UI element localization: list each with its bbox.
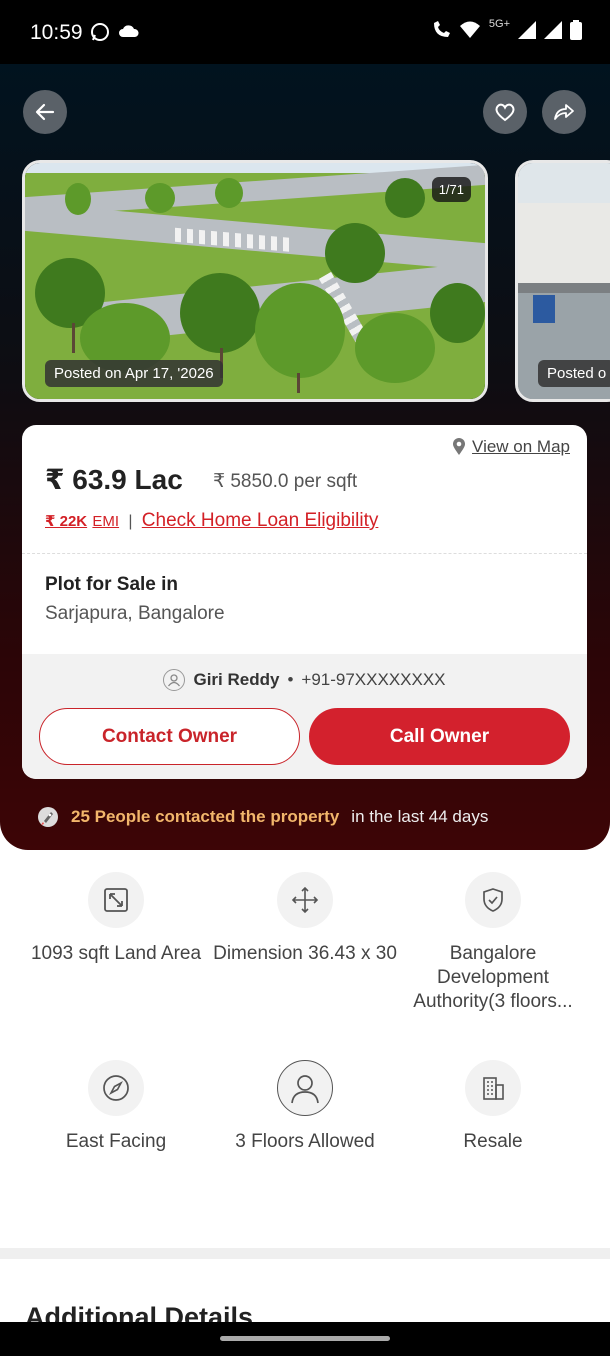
emi-row: ₹ 22K EMI | Check Home Loan Eligibility (45, 510, 378, 532)
status-system-icons: 5G+ (431, 18, 582, 40)
owner-avatar-icon (163, 669, 186, 691)
whatsapp-icon (91, 23, 109, 41)
view-on-map-link[interactable]: View on Map (452, 437, 570, 457)
move-arrows-icon (277, 872, 333, 928)
heart-icon (495, 103, 515, 122)
gesture-handle[interactable] (220, 1336, 390, 1341)
home-loan-eligibility-link[interactable]: Check Home Loan Eligibility (142, 510, 379, 531)
expand-area-icon (88, 872, 144, 928)
shield-check-icon (465, 872, 521, 928)
feature-label: 3 Floors Allowed (235, 1131, 375, 1152)
back-button[interactable] (23, 90, 67, 134)
property-photo-main[interactable]: 1/71 Posted on Apr 17, '2026 (22, 160, 488, 402)
section-divider (0, 1248, 610, 1259)
contact-owner-button[interactable]: Contact Owner (39, 708, 300, 765)
share-icon (554, 104, 574, 120)
contacted-info: 25 People contacted the property in the … (37, 806, 488, 828)
map-pin-icon (453, 438, 466, 455)
system-nav-bar (0, 1322, 610, 1356)
photo-counter: 1/71 (431, 177, 471, 202)
feature-label: East Facing (65, 1131, 167, 1152)
owner-section: Giri Reddy • +91-97XXXXXXXX Contact Owne… (22, 654, 587, 779)
divider (22, 553, 587, 554)
compass-icon (88, 1060, 144, 1116)
property-location: Sarjapura, Bangalore (45, 603, 225, 624)
building-icon (465, 1060, 521, 1116)
feature-label: 1093 sqft Land Area (30, 943, 202, 964)
property-summary-card: View on Map ₹ 63.9 Lac ₹ 5850.0 per sqft… (22, 425, 587, 779)
owner-separator: • (287, 670, 294, 689)
feature-label: Dimension 36.43 x 30 (213, 943, 397, 964)
owner-phone: +91-97XXXXXXXX (301, 670, 446, 689)
feature-item: Resale (398, 1060, 588, 1154)
feature-item: Dimension 36.43 x 30 (210, 872, 400, 966)
feature-item: East Facing (21, 1060, 211, 1154)
signal-icon (518, 21, 536, 39)
owner-name: Giri Reddy (193, 670, 280, 689)
feature-item: 3 Floors Allowed (210, 1060, 400, 1154)
feature-label: Bangalore Development Authority(3 floors… (413, 943, 573, 1012)
favorite-button[interactable] (483, 90, 527, 134)
owner-info: Giri Reddy • +91-97XXXXXXXX (22, 669, 587, 691)
property-photo-next[interactable]: Posted o (515, 160, 610, 402)
call-owner-button[interactable]: Call Owner (309, 708, 570, 765)
emi-separator: | (128, 513, 133, 530)
posted-date-badge-next: Posted o (538, 360, 610, 387)
battery-icon (570, 20, 582, 40)
price-per-sqft: ₹ 5850.0 per sqft (213, 471, 358, 492)
status-bar: 10:59 5G+ (0, 0, 610, 64)
price: ₹ 63.9 Lac (45, 464, 183, 495)
feature-item: 1093 sqft Land Area (21, 872, 211, 966)
wifi-call-icon (433, 21, 450, 37)
arrow-left-icon (35, 103, 55, 121)
emi-amount[interactable]: ₹ 22K (45, 513, 87, 530)
share-button[interactable] (542, 90, 586, 134)
status-time: 10:59 (30, 21, 83, 44)
cloud-icon (119, 25, 139, 37)
feature-label: Resale (463, 1131, 523, 1152)
feature-item: Bangalore Development Authority(3 floors… (398, 872, 588, 1014)
signal-icon-2 (544, 21, 562, 39)
view-on-map-label: View on Map (472, 437, 570, 456)
contacted-count: 25 People contacted the property (71, 807, 340, 826)
posted-date-badge: Posted on Apr 17, '2026 (45, 360, 223, 387)
person-icon (277, 1060, 333, 1116)
emi-label[interactable]: EMI (92, 513, 119, 530)
status-notification-icons (90, 22, 140, 42)
wifi-icon (459, 21, 480, 38)
rocket-icon (38, 807, 58, 827)
features-grid: 1093 sqft Land Area Dimension 36.43 x 30… (0, 850, 610, 1250)
property-type: Plot for Sale in (45, 574, 179, 595)
contacted-period: in the last 44 days (351, 807, 489, 826)
network-type: 5G+ (488, 18, 510, 30)
